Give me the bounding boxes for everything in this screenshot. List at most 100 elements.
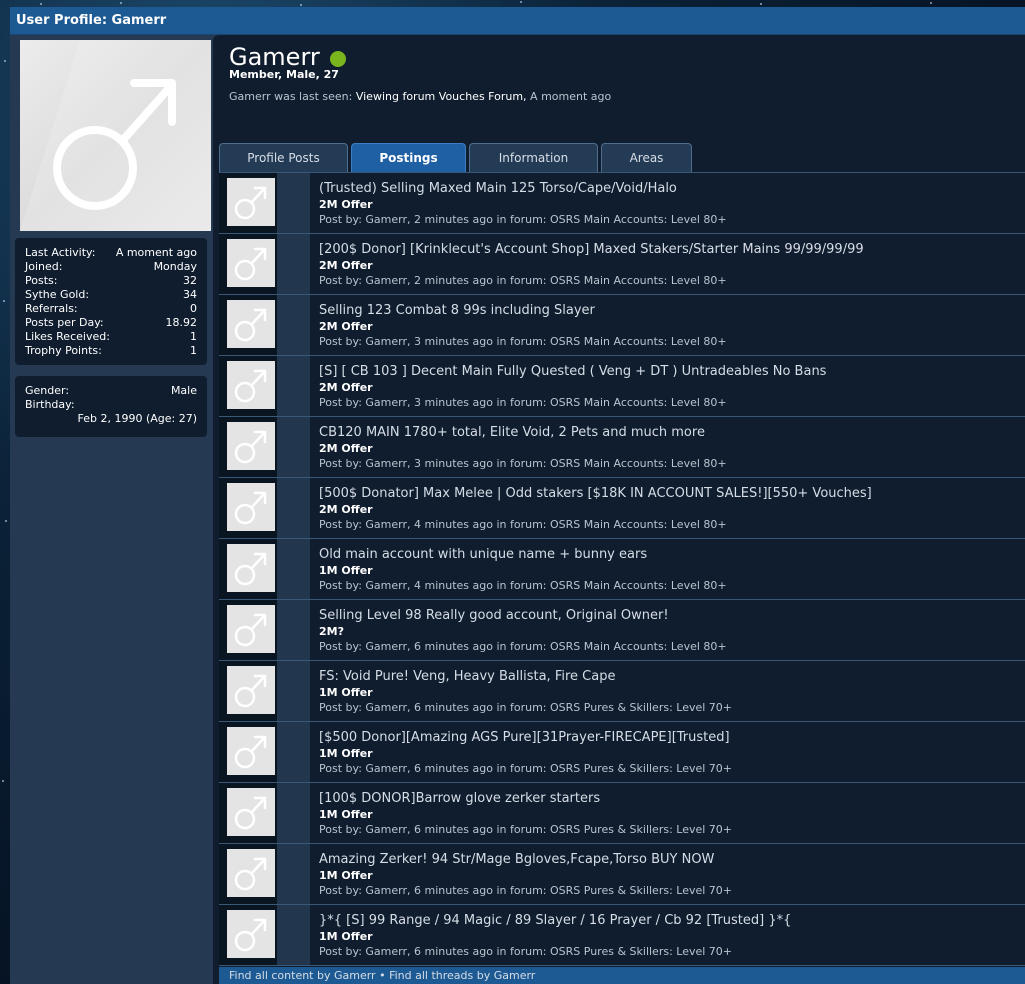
posting-row[interactable]: [S] [ CB 103 ] Decent Main Fully Quested…: [219, 356, 1025, 417]
posting-title-link[interactable]: [$500 Donor][Amazing AGS Pure][31Prayer-…: [319, 730, 730, 745]
tab-information[interactable]: Information: [469, 143, 598, 173]
posting-content: Amazing Zerker! 94 Str/Mage Bgloves,Fcap…: [310, 844, 1025, 904]
posting-avatar[interactable]: [227, 849, 275, 897]
stat-sythe-gold: Sythe Gold: 34: [25, 288, 197, 301]
posting-avatar[interactable]: [227, 361, 275, 409]
posting-row[interactable]: FS: Void Pure! Veng, Heavy Ballista, Fir…: [219, 661, 1025, 722]
posting-content: FS: Void Pure! Veng, Heavy Ballista, Fir…: [310, 661, 1025, 721]
footer-links[interactable]: Find all content by Gamerr • Find all th…: [229, 969, 535, 982]
posting-spacer: [277, 478, 310, 538]
posting-spacer: [277, 661, 310, 721]
window-title-bar: User Profile: Gamerr: [10, 7, 1025, 35]
profile-username: Gamerr: [229, 43, 320, 71]
profile-main: Gamerr Member, Male, 27 Gamerr was last …: [213, 35, 1025, 984]
posting-spacer: [277, 173, 310, 233]
posting-row[interactable]: [$500 Donor][Amazing AGS Pure][31Prayer-…: [219, 722, 1025, 783]
male-symbol-icon: [234, 186, 267, 220]
posting-content: Selling 123 Combat 8 99s including Slaye…: [310, 295, 1025, 355]
stats-panel: Last Activity: A moment ago Joined: Monday…: [15, 238, 207, 365]
posting-meta: Post by: Gamerr, 2 minutes ago in forum:…: [319, 274, 727, 287]
last-seen: Gamerr was last seen: Viewing forum Vouc…: [229, 90, 612, 103]
posting-price: 1M Offer: [319, 747, 373, 760]
window-title: User Profile: Gamerr: [16, 13, 167, 28]
posting-row[interactable]: }*{ [S] 99 Range / 94 Magic / 89 Slayer …: [219, 905, 1025, 966]
posting-title-link[interactable]: (Trusted) Selling Maxed Main 125 Torso/C…: [319, 181, 677, 196]
posting-row[interactable]: [500$ Donator] Max Melee | Odd stakers […: [219, 478, 1025, 539]
posting-avatar[interactable]: [227, 788, 275, 836]
posting-avatar[interactable]: [227, 300, 275, 348]
stat-last-activity: Last Activity: A moment ago: [25, 246, 197, 259]
posting-thumb-column: [219, 234, 277, 294]
stat-referrals: Referrals: 0: [25, 302, 197, 315]
posting-thumb-column: [219, 478, 277, 538]
posting-content: Selling Level 98 Really good account, Or…: [310, 600, 1025, 660]
birthday-label: Birthday:: [25, 398, 75, 411]
online-dot-icon: [330, 51, 346, 67]
posting-thumb-column: [219, 295, 277, 355]
posting-title-link[interactable]: Selling Level 98 Really good account, Or…: [319, 608, 669, 623]
posting-row[interactable]: [200$ Donor] [Krinklecut's Account Shop]…: [219, 234, 1025, 295]
avatar[interactable]: [20, 40, 211, 231]
posting-title-link[interactable]: [200$ Donor] [Krinklecut's Account Shop]…: [319, 242, 864, 257]
posting-row[interactable]: Selling Level 98 Really good account, Or…: [219, 600, 1025, 661]
posting-spacer: [277, 905, 310, 965]
tab-areas[interactable]: Areas: [601, 143, 692, 173]
postings-list: (Trusted) Selling Maxed Main 125 Torso/C…: [219, 173, 1025, 966]
last-seen-time: A moment ago: [530, 90, 612, 103]
posting-spacer: [277, 539, 310, 599]
posting-content: [$500 Donor][Amazing AGS Pure][31Prayer-…: [310, 722, 1025, 782]
posting-title-link[interactable]: Amazing Zerker! 94 Str/Mage Bgloves,Fcap…: [319, 852, 714, 867]
posting-title-link[interactable]: }*{ [S] 99 Range / 94 Magic / 89 Slayer …: [319, 913, 791, 928]
posting-price: 2M Offer: [319, 381, 373, 394]
posting-meta: Post by: Gamerr, 3 minutes ago in forum:…: [319, 396, 727, 409]
posting-spacer: [277, 783, 310, 843]
posting-price: 1M Offer: [319, 930, 373, 943]
posting-avatar[interactable]: [227, 483, 275, 531]
profile-tabs: Profile Posts Postings Information Areas: [219, 143, 1025, 173]
posting-title-link[interactable]: Selling 123 Combat 8 99s including Slaye…: [319, 303, 595, 318]
posting-row[interactable]: Old main account with unique name + bunn…: [219, 539, 1025, 600]
posting-price: 2M Offer: [319, 198, 373, 211]
posting-thumb-column: [219, 905, 277, 965]
posting-avatar[interactable]: [227, 605, 275, 653]
posting-thumb-column: [219, 600, 277, 660]
posting-avatar[interactable]: [227, 666, 275, 714]
tab-profile-posts[interactable]: Profile Posts: [219, 143, 348, 173]
posting-row[interactable]: [100$ DONOR]Barrow glove zerker starters…: [219, 783, 1025, 844]
male-symbol-icon: [234, 308, 267, 342]
personal-info-panel: Gender: Male Birthday: Feb 2, 1990 (Age: …: [15, 376, 207, 437]
posting-meta: Post by: Gamerr, 3 minutes ago in forum:…: [319, 457, 727, 470]
tab-postings[interactable]: Postings: [351, 143, 466, 173]
posting-avatar[interactable]: [227, 422, 275, 470]
stat-likes-received: Likes Received: 1: [25, 330, 197, 343]
last-seen-action: Viewing forum: [355, 90, 436, 103]
posting-meta: Post by: Gamerr, 6 minutes ago in forum:…: [319, 945, 733, 958]
posting-avatar[interactable]: [227, 727, 275, 775]
posting-meta: Post by: Gamerr, 6 minutes ago in forum:…: [319, 823, 733, 836]
posting-title-link[interactable]: FS: Void Pure! Veng, Heavy Ballista, Fir…: [319, 669, 615, 684]
posting-title-link[interactable]: [500$ Donator] Max Melee | Odd stakers […: [319, 486, 872, 501]
posting-title-link[interactable]: [S] [ CB 103 ] Decent Main Fully Quested…: [319, 364, 826, 379]
posting-meta: Post by: Gamerr, 3 minutes ago in forum:…: [319, 335, 727, 348]
last-seen-forum-link[interactable]: Vouches Forum,: [439, 90, 527, 103]
posting-title-link[interactable]: [100$ DONOR]Barrow glove zerker starters: [319, 791, 600, 806]
posting-avatar[interactable]: [227, 239, 275, 287]
male-symbol-icon: [234, 918, 267, 952]
posting-avatar[interactable]: [227, 910, 275, 958]
posting-meta: Post by: Gamerr, 4 minutes ago in forum:…: [319, 518, 727, 531]
posting-row[interactable]: (Trusted) Selling Maxed Main 125 Torso/C…: [219, 173, 1025, 234]
posting-title-link[interactable]: Old main account with unique name + bunn…: [319, 547, 647, 562]
posting-avatar[interactable]: [227, 178, 275, 226]
posting-price: 1M Offer: [319, 808, 373, 821]
posting-row[interactable]: Selling 123 Combat 8 99s including Slaye…: [219, 295, 1025, 356]
posting-row[interactable]: Amazing Zerker! 94 Str/Mage Bgloves,Fcap…: [219, 844, 1025, 905]
posting-row[interactable]: CB120 MAIN 1780+ total, Elite Void, 2 Pe…: [219, 417, 1025, 478]
posting-content: [200$ Donor] [Krinklecut's Account Shop]…: [310, 234, 1025, 294]
male-symbol-icon: [20, 40, 211, 231]
posting-price: 2M Offer: [319, 320, 373, 333]
male-symbol-icon: [234, 857, 267, 891]
stat-joined: Joined: Monday: [25, 260, 197, 273]
birthday-value: Feb 2, 1990 (Age: 27): [77, 412, 197, 425]
posting-title-link[interactable]: CB120 MAIN 1780+ total, Elite Void, 2 Pe…: [319, 425, 705, 440]
posting-avatar[interactable]: [227, 544, 275, 592]
